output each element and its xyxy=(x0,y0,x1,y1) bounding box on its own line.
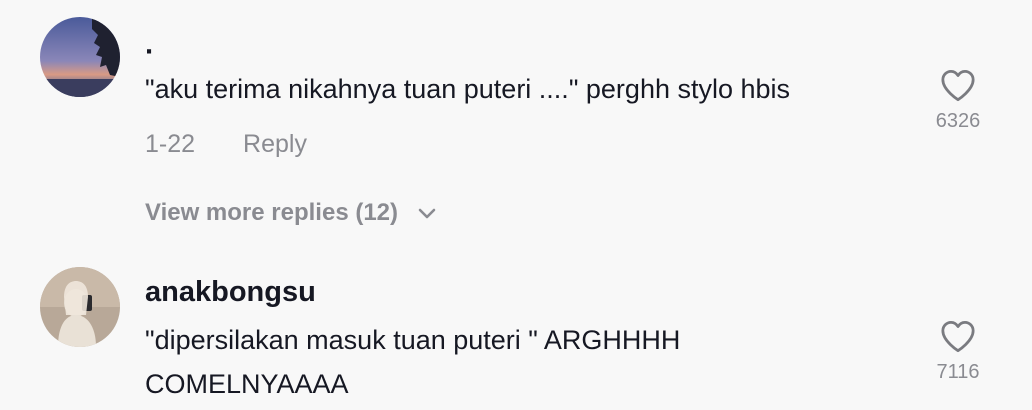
like-button[interactable]: 7116 xyxy=(923,319,993,384)
view-more-replies-button[interactable]: View more replies (12) xyxy=(145,199,437,227)
comment-date: 1-22 xyxy=(145,130,196,158)
comment-username[interactable]: anakbongsu xyxy=(145,276,316,309)
comment-text: "dipersilakan masuk tuan puteri " ARGHHH… xyxy=(145,325,681,399)
avatar[interactable] xyxy=(40,17,120,97)
comment-username[interactable]: · xyxy=(145,36,155,69)
like-count: 6326 xyxy=(935,110,981,132)
comment-item: · "aku terima nikahnya tuan puteri ...."… xyxy=(0,0,1032,250)
like-count: 7116 xyxy=(936,361,980,383)
avatar[interactable] xyxy=(40,267,120,347)
person-avatar-icon xyxy=(40,267,120,347)
like-button[interactable]: 6326 xyxy=(923,68,993,133)
heart-icon[interactable] xyxy=(939,319,977,353)
heart-icon[interactable] xyxy=(939,68,977,102)
sunset-avatar-icon xyxy=(40,17,120,97)
reply-button[interactable]: Reply xyxy=(243,130,307,158)
comment-meta: 1-22 Reply xyxy=(145,130,307,159)
chevron-down-icon xyxy=(418,208,435,218)
view-more-replies-label: View more replies (12) xyxy=(145,199,399,226)
comment-item: anakbongsu "dipersilakan masuk tuan pute… xyxy=(0,250,1032,410)
comment-text: "aku terima nikahnya tuan puteri ...." p… xyxy=(145,74,791,104)
